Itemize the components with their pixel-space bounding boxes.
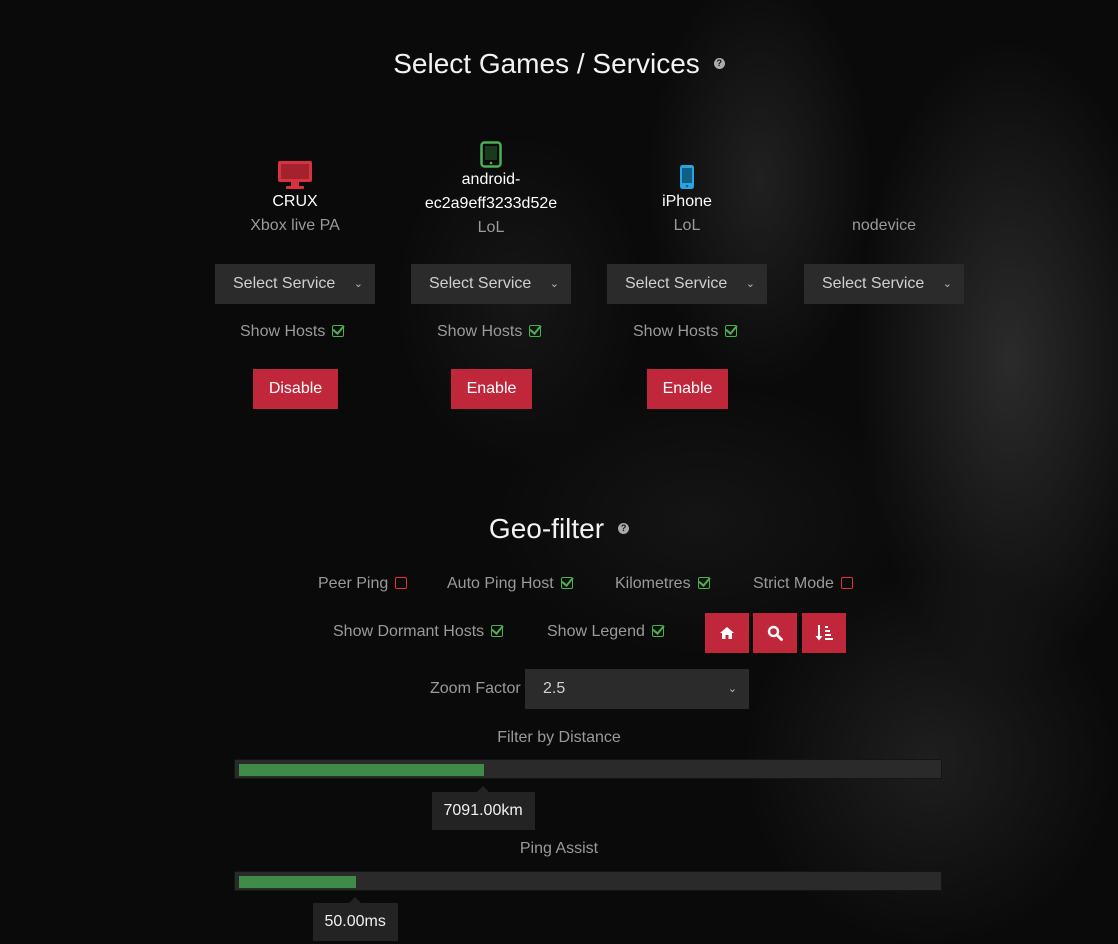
device-game: Xbox live PA <box>250 217 340 234</box>
peer-ping-toggle[interactable]: Peer Ping <box>318 575 408 593</box>
ping-value-tooltip: 50.00ms <box>312 897 398 941</box>
select-value: Select Service <box>625 275 728 292</box>
checkbox-checked-icon[interactable] <box>529 324 542 337</box>
sort-amount-icon <box>815 625 833 641</box>
chevron-down-icon: ⌄ <box>942 278 952 290</box>
device-name <box>794 190 974 214</box>
question-circle-icon[interactable]: ? <box>713 58 725 70</box>
checkbox-unchecked-icon[interactable] <box>840 576 853 589</box>
select-value: 2.5 <box>543 680 566 697</box>
phone-icon <box>597 140 777 190</box>
service-select-nodevice[interactable]: Select Service ⌄ <box>804 264 964 304</box>
device-game: LoL <box>477 219 505 236</box>
chevron-down-icon: ⌄ <box>549 278 559 290</box>
show-hosts-label: Show Hosts <box>240 323 326 340</box>
show-hosts-toggle-iphone[interactable]: Show Hosts <box>633 323 738 341</box>
ping-slider-fill <box>239 876 356 888</box>
enable-button-iphone[interactable]: Enable <box>647 369 728 409</box>
ping-slider[interactable] <box>234 871 942 891</box>
device-card-nodevice: nodevice <box>794 140 974 238</box>
service-select-crux[interactable]: Select Service ⌄ <box>215 264 375 304</box>
show-hosts-toggle-android[interactable]: Show Hosts <box>437 323 542 341</box>
show-hosts-label: Show Hosts <box>437 323 523 340</box>
service-select-android[interactable]: Select Service ⌄ <box>411 264 571 304</box>
distance-slider[interactable] <box>234 759 942 779</box>
desktop-icon <box>205 140 385 190</box>
zoom-factor-select[interactable]: 2.5 ⌄ <box>525 669 749 709</box>
select-value: Select Service <box>429 275 532 292</box>
search-button[interactable] <box>753 613 797 653</box>
peer-ping-label: Peer Ping <box>318 575 389 592</box>
device-game: nodevice <box>851 217 917 234</box>
auto-ping-host-toggle[interactable]: Auto Ping Host <box>447 575 573 593</box>
search-icon <box>767 625 783 641</box>
device-card-android: android- ec2a9eff3233d52e LoL <box>401 140 581 240</box>
show-hosts-label: Show Hosts <box>633 323 719 340</box>
tablet-icon <box>401 140 581 168</box>
device-game: LoL <box>673 217 701 234</box>
ping-value: 50.00ms <box>324 913 386 930</box>
checkbox-unchecked-icon[interactable] <box>395 576 408 589</box>
chevron-down-icon: ⌄ <box>353 278 363 290</box>
checkbox-checked-icon[interactable] <box>332 324 345 337</box>
checkbox-checked-icon[interactable] <box>725 324 738 337</box>
device-name: CRUX <box>272 193 318 210</box>
checkbox-checked-icon[interactable] <box>697 576 710 589</box>
show-dormant-hosts-label: Show Dormant Hosts <box>333 623 485 640</box>
enable-button-android[interactable]: Enable <box>451 369 532 409</box>
device-name: iPhone <box>662 193 712 210</box>
filter-distance-label: Filter by Distance <box>497 729 621 746</box>
distance-value-tooltip: 7091.00km <box>431 786 535 830</box>
strict-mode-toggle[interactable]: Strict Mode <box>753 575 853 593</box>
kilometres-toggle[interactable]: Kilometres <box>615 575 710 593</box>
geo-section-title: Geo-filter? <box>0 513 1118 545</box>
auto-ping-host-label: Auto Ping Host <box>447 575 554 592</box>
checkbox-checked-icon[interactable] <box>560 576 573 589</box>
device-card-crux: CRUX Xbox live PA <box>205 140 385 238</box>
page: Select Games / Services? CRUX Xbox live … <box>0 0 1118 944</box>
device-card-iphone: iPhone LoL <box>597 140 777 238</box>
checkbox-checked-icon[interactable] <box>491 624 504 637</box>
distance-value: 7091.00km <box>443 802 523 819</box>
device-name: android- ec2a9eff3233d52e <box>424 171 558 212</box>
select-value: Select Service <box>233 275 336 292</box>
show-legend-toggle[interactable]: Show Legend <box>547 623 664 641</box>
kilometres-label: Kilometres <box>615 575 691 592</box>
show-legend-label: Show Legend <box>547 623 645 640</box>
home-button[interactable] <box>705 613 749 653</box>
select-value: Select Service <box>822 275 925 292</box>
distance-slider-fill <box>239 764 484 776</box>
home-icon <box>720 627 734 639</box>
show-hosts-toggle-crux[interactable]: Show Hosts <box>240 323 345 341</box>
games-title-text: Select Games / Services <box>393 48 700 79</box>
service-select-iphone[interactable]: Select Service ⌄ <box>607 264 767 304</box>
checkbox-checked-icon[interactable] <box>651 624 664 637</box>
device-icon-empty <box>794 140 974 190</box>
sort-button[interactable] <box>802 613 846 653</box>
games-section-title: Select Games / Services? <box>0 48 1118 80</box>
zoom-factor-label: Zoom Factor <box>430 680 521 697</box>
geo-title-text: Geo-filter <box>488 513 605 544</box>
show-dormant-hosts-toggle[interactable]: Show Dormant Hosts <box>333 623 504 641</box>
disable-button-crux[interactable]: Disable <box>253 369 338 409</box>
ping-assist-label: Ping Assist <box>519 840 599 857</box>
question-circle-icon[interactable]: ? <box>618 523 630 535</box>
chevron-down-icon: ⌄ <box>727 683 737 695</box>
strict-mode-label: Strict Mode <box>753 575 834 592</box>
chevron-down-icon: ⌄ <box>745 278 755 290</box>
